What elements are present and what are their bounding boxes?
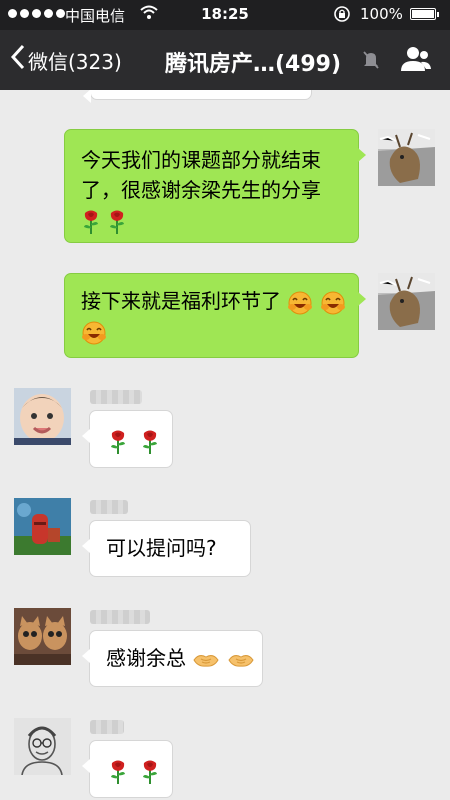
avatar-self[interactable] <box>378 129 435 186</box>
message-text: 可以提问吗? <box>106 536 217 560</box>
avatar-self[interactable] <box>378 273 435 330</box>
battery-percent: 100% <box>360 5 403 23</box>
rose-emoji <box>140 759 160 785</box>
avatar-member[interactable] <box>14 388 71 445</box>
rotation-lock-icon <box>332 4 352 28</box>
chat-header: 微信(323) 腾讯房产…(499) <box>0 30 450 90</box>
rose-emoji <box>81 209 101 235</box>
group-info-button[interactable] <box>398 44 432 78</box>
message-bubble-received[interactable]: 感谢余总 <box>82 630 263 687</box>
chat-title: 腾讯房产…(499) <box>165 52 342 77</box>
person-icon <box>401 47 431 71</box>
chevron-left-icon <box>10 43 26 77</box>
back-label: 微信(323) <box>28 49 122 74</box>
message-text: 今天我们的课题部分就结束了，很感谢余梁先生的分享 <box>81 148 321 202</box>
rose-emoji <box>108 759 128 785</box>
battery-fill <box>412 10 434 18</box>
rose-emoji <box>108 429 128 455</box>
avatar-member[interactable] <box>14 608 71 665</box>
message-bubble-sent[interactable]: 接下来就是福利环节了 <box>64 273 366 358</box>
avatar-member[interactable] <box>14 498 71 555</box>
member-name <box>90 500 128 514</box>
message-bubble-received[interactable] <box>82 410 173 468</box>
rose-emoji <box>140 429 160 455</box>
avatar-member[interactable] <box>14 718 71 775</box>
message-text: 接下来就是福利环节了 <box>81 289 281 313</box>
back-button[interactable]: 微信(323) <box>10 43 122 77</box>
laughing-emoji <box>81 320 107 346</box>
message-bubble-received[interactable]: 可以提问吗? <box>82 520 251 577</box>
message-list[interactable]: 今天我们的课题部分就结束了，很感谢余梁先生的分享 接下来就是福利环节了 可以提问… <box>0 90 450 800</box>
laughing-emoji <box>287 290 313 316</box>
battery-icon <box>410 8 439 20</box>
member-name <box>90 610 150 624</box>
laughing-emoji <box>320 290 346 316</box>
message-bubble-partial <box>83 90 312 103</box>
member-name <box>90 390 142 404</box>
status-bar: 中国电信 18:25 100% <box>0 0 450 30</box>
message-bubble-sent[interactable]: 今天我们的课题部分就结束了，很感谢余梁先生的分享 <box>64 129 366 243</box>
member-name <box>90 720 124 734</box>
rose-emoji <box>107 209 127 235</box>
handshake-emoji <box>192 650 220 670</box>
handshake-emoji <box>227 650 255 670</box>
message-text: 感谢余总 <box>106 646 186 670</box>
message-bubble-received[interactable] <box>82 740 173 798</box>
mute-icon <box>362 50 380 74</box>
